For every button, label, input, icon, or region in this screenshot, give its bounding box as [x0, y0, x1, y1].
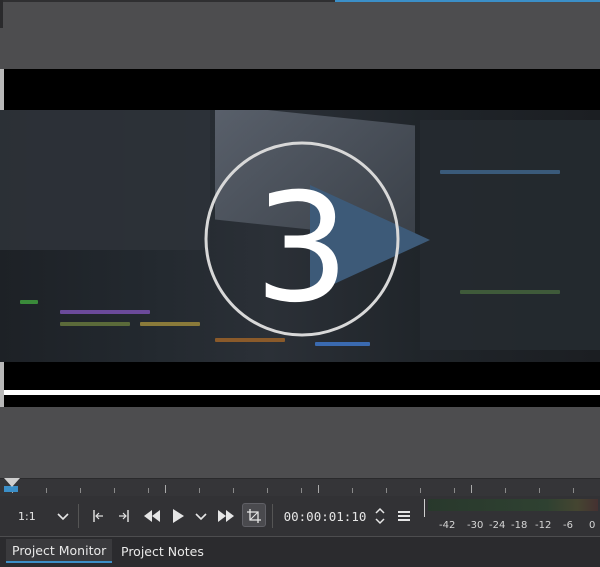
menu-icon[interactable] [394, 496, 414, 536]
video-stripe [60, 310, 150, 314]
meter-label: -18 [511, 520, 528, 531]
meter-marker [424, 499, 425, 517]
video-stripe [140, 322, 200, 326]
tab-project-notes[interactable]: Project Notes [115, 539, 210, 563]
set-zone-out-icon[interactable] [114, 496, 136, 536]
crop-icon[interactable] [242, 496, 266, 536]
set-zone-in-icon[interactable] [86, 496, 108, 536]
meter-label: -30 [467, 520, 484, 531]
meter-bar [428, 499, 598, 511]
video-stripe [60, 322, 130, 326]
meter-label: -24 [489, 520, 506, 531]
toolbar-separator [78, 504, 79, 528]
video-stripe [460, 290, 560, 294]
dock-tab-bar: Project Monitor Project Notes [0, 537, 600, 567]
audio-level-meter: -42 -30 -24 -18 -12 -6 0 [424, 496, 600, 536]
video-stripe [440, 170, 560, 174]
spin-up-down-icon[interactable] [371, 496, 389, 536]
meter-label: -42 [439, 520, 456, 531]
playhead-handle[interactable] [4, 478, 20, 487]
countdown-number: 3 [254, 162, 349, 336]
meter-label: 0 [589, 520, 596, 531]
zoom-value[interactable]: 1:1 [18, 496, 42, 536]
chevron-down-icon[interactable] [191, 496, 211, 536]
fast-forward-icon[interactable] [214, 496, 238, 536]
timecode-field[interactable]: 00:00:01:10 [280, 496, 370, 536]
top-accent-line [335, 0, 600, 2]
rewind-icon[interactable] [140, 496, 164, 536]
video-panel [420, 120, 600, 350]
left-marker [0, 0, 3, 28]
video-stripe [215, 338, 285, 342]
video-letterbox-line [4, 390, 600, 395]
video-stripe [20, 300, 38, 304]
timeline-ruler[interactable] [0, 478, 600, 496]
meter-label: -12 [535, 520, 552, 531]
video-stripe [315, 342, 370, 346]
toolbar-separator [272, 504, 273, 528]
chevron-down-icon[interactable] [52, 496, 74, 536]
countdown-overlay: 3 [204, 141, 400, 337]
meter-label: -6 [563, 520, 573, 531]
tab-project-monitor[interactable]: Project Monitor [6, 539, 113, 563]
top-strip [0, 0, 600, 2]
video-panel [0, 110, 210, 250]
play-icon[interactable] [167, 496, 189, 536]
